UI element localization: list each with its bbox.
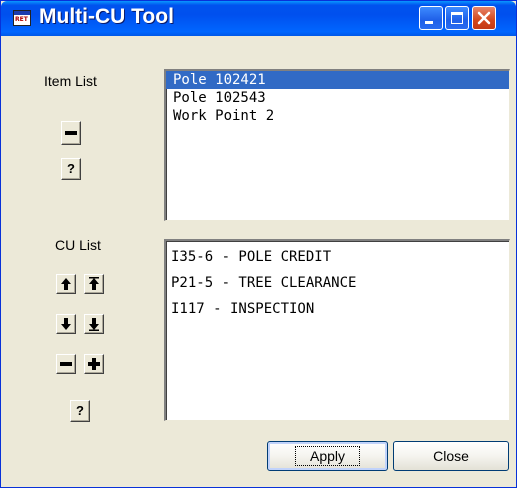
cu-help-label: ? <box>76 403 84 418</box>
item-list-row-3[interactable]: Work Point 2 <box>166 107 509 125</box>
cu-help-button[interactable]: ? <box>70 400 90 422</box>
item-help-label: ? <box>67 161 75 176</box>
window-title: Multi-CU Tool <box>39 5 174 28</box>
arrow-up-icon <box>61 278 71 290</box>
cu-list-row-1[interactable]: I35-6 - POLE CREDIT <box>166 244 509 270</box>
maximize-button[interactable] <box>445 6 469 30</box>
move-cu-up-button[interactable] <box>56 274 76 294</box>
minimize-button[interactable] <box>419 6 443 30</box>
maximize-icon <box>451 12 463 24</box>
move-cu-down-button[interactable] <box>56 314 76 334</box>
plus-icon <box>88 358 100 370</box>
cu-list-label: CU List <box>55 237 101 253</box>
multi-cu-tool-window: RET Multi-CU Tool Item List ? Pole 10242… <box>0 0 517 488</box>
remove-cu-button[interactable] <box>56 354 76 374</box>
close-label: Close <box>433 448 469 464</box>
app-icon-text: RET <box>15 16 28 23</box>
item-list[interactable]: Pole 102421 Pole 102543 Work Point 2 <box>164 69 510 221</box>
arrow-down-bottom-icon <box>89 318 99 331</box>
cu-list[interactable]: I35-6 - POLE CREDIT P21-5 - TREE CLEARAN… <box>164 239 510 421</box>
close-icon <box>477 11 491 25</box>
minimize-icon <box>425 21 433 24</box>
remove-item-button[interactable] <box>61 121 81 145</box>
close-button[interactable]: Close <box>393 441 509 471</box>
minus-icon <box>60 362 72 366</box>
title-bar[interactable]: RET Multi-CU Tool <box>1 1 516 36</box>
move-cu-bottom-button[interactable] <box>84 314 104 334</box>
item-list-row-1[interactable]: Pole 102421 <box>166 71 509 89</box>
app-icon[interactable]: RET <box>13 10 31 26</box>
apply-button[interactable]: Apply <box>267 441 388 471</box>
add-cu-button[interactable] <box>84 354 104 374</box>
item-list-row-2[interactable]: Pole 102543 <box>166 89 509 107</box>
apply-label: Apply <box>294 446 361 466</box>
minus-icon <box>65 131 77 135</box>
arrow-down-icon <box>61 318 71 330</box>
arrow-up-top-icon <box>89 277 99 290</box>
item-list-label: Item List <box>44 73 97 89</box>
move-cu-top-button[interactable] <box>84 274 104 294</box>
item-help-button[interactable]: ? <box>61 158 81 180</box>
cu-list-row-2[interactable]: P21-5 - TREE CLEARANCE <box>166 270 509 296</box>
close-window-button[interactable] <box>472 6 496 30</box>
cu-list-row-3[interactable]: I117 - INSPECTION <box>166 296 509 322</box>
